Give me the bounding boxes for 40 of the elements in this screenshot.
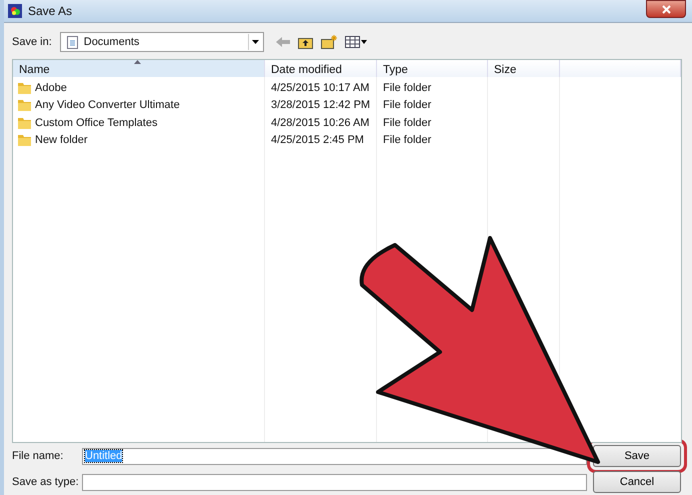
file-name-label: File name: [12,450,64,462]
date-cell-text: 4/25/2015 10:17 AM [270,82,370,94]
save-in-label: Save in: [12,36,52,48]
folder-icon [18,99,31,112]
folder-icon [18,82,31,94]
column-header[interactable]: Type [377,60,488,77]
save-as-type-dropdown[interactable] [82,474,587,490]
window-title: Save As [28,4,72,18]
column-header[interactable]: Date modified [265,60,377,77]
save-as-type-label: Save as type: [12,476,80,488]
file-row[interactable]: Adobe 4/25/2015 10:17 AM File folder [13,79,681,96]
type-cell-text: File folder [382,116,432,129]
view-menu-icon[interactable] [344,36,367,48]
file-name: Adobe [35,82,67,94]
file-name: New folder [35,134,88,146]
file-row[interactable]: New folder 4/25/2015 2:45 PM File folder [13,132,681,149]
date-cell-text: 3/28/2015 12:42 PM [270,99,372,112]
sort-arrow-icon [134,60,141,64]
date-cell-text: 4/25/2015 2:45 PM [270,134,365,146]
file-row[interactable]: Custom Office Templates 4/28/2015 10:26 AM File folder [13,114,681,132]
type-cell-text: File folder [382,82,432,94]
cancel-button[interactable]: Cancel [593,471,681,493]
type-cell-text: File folder [382,99,432,112]
close-icon [662,4,670,14]
file-row[interactable]: Any Video Converter Ultimate 3/28/2015 12:42 PM File folder [13,96,681,114]
folder-icon [18,116,31,129]
save-in-dropdown[interactable]: Documents [60,32,264,52]
new-folder-icon[interactable] [320,35,337,49]
column-header[interactable]: Size [488,60,560,77]
document-icon [66,36,78,48]
app-icon [8,4,22,18]
caret-icon [252,40,260,44]
file-name: Any Video Converter Ultimate [35,99,180,112]
column-header[interactable]: Name [13,60,265,77]
close-button[interactable] [646,0,686,18]
date-cell-text: 4/28/2015 10:26 AM [270,116,370,129]
file-name: Custom Office Templates [35,116,158,129]
folder-up-icon[interactable] [298,36,313,48]
folder-icon [18,134,31,146]
type-cell-text: File folder [382,134,432,146]
